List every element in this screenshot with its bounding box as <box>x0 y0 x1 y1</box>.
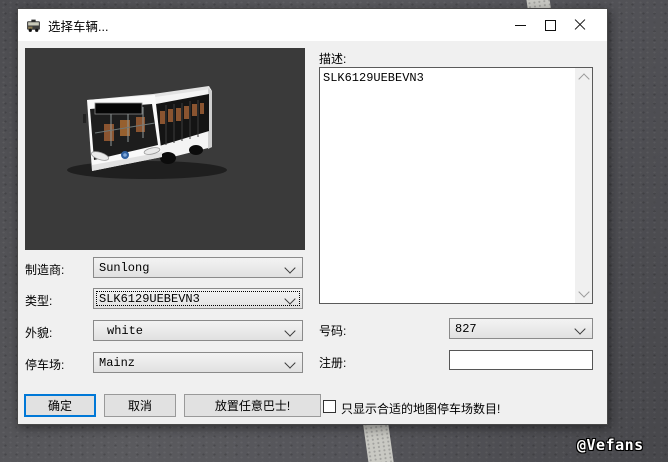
road-marking-bottom <box>363 419 394 462</box>
close-button[interactable] <box>565 9 595 41</box>
cancel-button[interactable]: 取消 <box>104 394 176 417</box>
place-any-bus-button[interactable]: 放置任意巴士! <box>184 394 321 417</box>
description-label: 描述: <box>319 50 346 67</box>
desktop-background: @Vefans 选择车辆... <box>0 0 668 462</box>
manufacturer-label: 制造商: <box>25 261 64 278</box>
watermark: @Vefans <box>577 436 644 454</box>
type-label: 类型: <box>25 292 52 309</box>
registration-input[interactable] <box>449 350 593 370</box>
manufacturer-value: Sunlong <box>99 261 149 275</box>
depot-value: Mainz <box>99 356 135 370</box>
description-textarea[interactable]: SLK6129UEBEVN3 <box>319 67 593 304</box>
close-icon <box>574 19 586 31</box>
select-vehicle-dialog: 选择车辆... <box>17 8 608 425</box>
number-value: 827 <box>455 322 477 336</box>
minimize-button[interactable] <box>505 9 535 41</box>
window-controls <box>505 9 595 41</box>
chevron-down-icon <box>284 262 295 273</box>
ok-button[interactable]: 确定 <box>24 394 96 417</box>
bus-render <box>25 48 305 250</box>
registration-label: 注册: <box>319 354 346 371</box>
depot-combobox[interactable]: Mainz <box>93 352 303 373</box>
description-text: SLK6129UEBEVN3 <box>323 71 572 85</box>
window-title: 选择车辆... <box>48 16 108 35</box>
chevron-down-icon <box>284 325 295 336</box>
appearance-label: 外貌: <box>25 324 52 341</box>
chevron-down-icon <box>284 357 295 368</box>
minimize-icon <box>515 25 526 26</box>
number-combobox[interactable]: 827 <box>449 318 593 339</box>
titlebar[interactable]: 选择车辆... <box>18 9 607 41</box>
type-value: SLK6129UEBEVN3 <box>99 292 200 306</box>
appearance-value: white <box>99 324 143 338</box>
chevron-down-icon <box>284 293 295 304</box>
vehicle-preview-panel <box>25 48 305 250</box>
suitable-depots-checkbox[interactable] <box>323 400 336 413</box>
manufacturer-combobox[interactable]: Sunlong <box>93 257 303 278</box>
maximize-button[interactable] <box>535 9 565 41</box>
bus-app-icon <box>26 18 41 33</box>
type-combobox[interactable]: SLK6129UEBEVN3 <box>93 288 303 309</box>
description-scrollbar[interactable] <box>575 68 592 303</box>
suitable-depots-checkbox-label[interactable]: 只显示合适的地图停车场数目! <box>341 400 500 417</box>
chevron-down-icon <box>574 323 585 334</box>
scroll-down-icon[interactable] <box>578 286 589 297</box>
appearance-combobox[interactable]: white <box>93 320 303 341</box>
depot-label: 停车场: <box>25 356 64 373</box>
maximize-icon <box>545 20 556 31</box>
number-label: 号码: <box>319 322 346 339</box>
scroll-up-icon[interactable] <box>578 73 589 84</box>
